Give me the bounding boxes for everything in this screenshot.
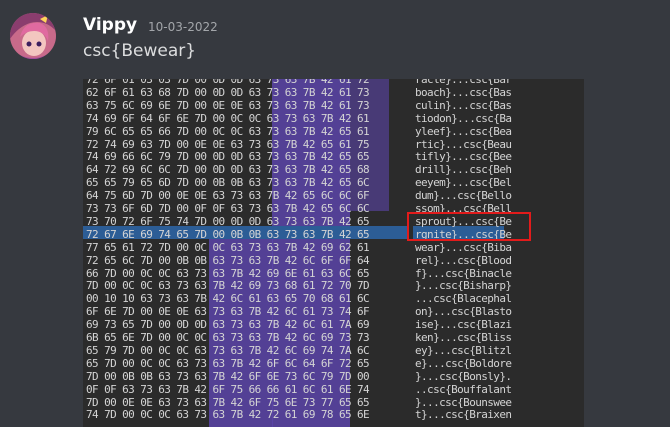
ascii-row: culin}...csc{Bas (415, 98, 512, 112)
red-highlight-box (407, 212, 531, 241)
hex-column: 72 6F 01 03 03 7D 00 0D 0D 63 73 63 7B 4… (83, 79, 408, 427)
image-attachment[interactable]: 72 6F 01 03 03 7D 00 0D 0D 63 73 63 7B 4… (83, 79, 584, 427)
hex-row: 73 70 72 6F 75 74 7D 00 0D 0D 63 73 63 7… (86, 214, 370, 228)
ascii-row: ise}...csc{Blazi (415, 318, 512, 332)
hex-row: 6B 65 6E 7D 00 0C 0C 63 73 63 7B 42 6C 6… (86, 331, 370, 344)
hex-row: 00 10 10 63 73 63 7B 42 6C 61 63 65 70 6… (86, 292, 370, 306)
message-username[interactable]: Vippy (83, 15, 137, 35)
hex-row: 64 75 6D 7D 00 0E 0E 63 73 63 7B 42 65 6… (86, 189, 370, 203)
ascii-row: dum}...csc{Bello (415, 189, 512, 203)
hex-row: 79 6C 65 65 66 7D 00 0C 0C 63 73 63 7B 4… (86, 124, 370, 138)
ascii-row: on}...csc{Blasto (415, 305, 512, 319)
ascii-row: wear}...csc{Biba (415, 240, 512, 254)
hex-row: 65 7D 00 0C 0C 63 73 63 7B 42 6F 6C 64 6… (86, 356, 370, 370)
ascii-row: }...csc{Bisharp} (415, 279, 512, 293)
hex-row: 69 73 65 7D 00 0D 0D 63 73 63 7B 42 6C 6… (86, 318, 370, 332)
ascii-row: }...csc{Bonsly}. (415, 369, 512, 383)
ascii-row: f}...csc{Binacle (415, 266, 512, 280)
avatar[interactable] (10, 13, 56, 59)
ascii-row: eeyem}...csc{Bel (415, 176, 512, 190)
hex-row: 65 65 79 65 6D 7D 00 0B 0B 63 73 63 7B 4… (86, 176, 370, 190)
hex-row: 66 7D 00 0C 0C 63 73 63 7B 42 69 6E 61 6… (86, 266, 370, 280)
ascii-row: ...csc{Blacephal (415, 292, 512, 306)
ascii-row: tifly}...csc{Bee (415, 150, 512, 164)
hex-row: 63 75 6C 69 6E 7D 00 0E 0E 63 73 63 7B 4… (86, 98, 370, 112)
hex-row: 65 79 7D 00 0C 0C 63 73 63 7B 42 6C 69 7… (86, 343, 370, 357)
hex-row: 6F 6E 7D 00 0E 0E 63 73 63 7B 42 6C 61 7… (86, 305, 370, 319)
hex-row: 7D 00 0B 0B 63 73 63 7B 42 6F 6E 73 6C 7… (86, 369, 370, 383)
hex-row: 73 73 6F 6D 7D 00 0F 0F 63 73 63 7B 42 6… (86, 202, 370, 215)
ascii-row: e}...csc{Boldore (415, 356, 512, 370)
hex-row: 72 74 69 63 7D 00 0E 0E 63 73 63 7B 42 6… (86, 137, 370, 151)
hex-row: 7D 00 0E 0E 63 73 63 7B 42 6F 75 6E 73 7… (86, 395, 370, 409)
hex-row: 74 7D 00 0C 0C 63 73 63 7B 42 72 61 69 7… (86, 408, 370, 422)
hex-row: 72 67 6E 69 74 65 7D 00 0B 0B 63 73 63 7… (86, 227, 370, 241)
ascii-row: rtic}...csc{Beau (415, 137, 512, 151)
ascii-row: ..csc{Bouffalant (415, 382, 512, 396)
ascii-row: boach}...csc{Bas (415, 85, 512, 99)
ascii-row: ey}...csc{Blitzl (415, 343, 512, 357)
hex-row: 7D 00 0C 0C 63 73 63 7B 42 69 73 68 61 7… (86, 279, 370, 293)
ascii-row: ken}...csc{Bliss (415, 331, 512, 344)
ascii-row: rel}...csc{Blood (415, 253, 512, 267)
message-text: csc{Bewear} (83, 41, 197, 61)
ascii-row: t}...csc{Braixen (415, 408, 512, 422)
message-timestamp: 10-03-2022 (148, 20, 218, 34)
hex-row: 0F 0F 63 73 63 7B 42 6F 75 66 66 61 6C 6… (86, 382, 370, 396)
ascii-column: racle}...csc{Bar boach}...csc{Bas culin}..… (413, 79, 584, 427)
ascii-row: drill}...csc{Beh (415, 163, 512, 177)
hex-row: 72 65 6C 7D 00 0B 0B 63 73 63 7B 42 6C 6… (86, 253, 370, 267)
ascii-row: tiodon}...csc{Ba (415, 111, 512, 125)
hex-row: 77 65 61 72 7D 00 0C 0C 63 73 63 7B 42 6… (86, 240, 370, 254)
ascii-row: yleef}...csc{Bea (415, 124, 512, 138)
hex-row: 62 6F 61 63 68 7D 00 0D 0D 63 73 63 7B 4… (86, 85, 370, 99)
hex-row: 74 69 66 6C 79 7D 00 0D 0D 63 73 63 7B 4… (86, 150, 370, 164)
hex-row: 64 72 69 6C 6C 7D 00 0D 0D 63 73 63 7B 4… (86, 163, 370, 177)
ascii-row: }...csc{Bounswee (415, 395, 512, 409)
hex-row: 74 69 6F 64 6F 6E 7D 00 0C 0C 63 73 63 7… (86, 111, 370, 125)
